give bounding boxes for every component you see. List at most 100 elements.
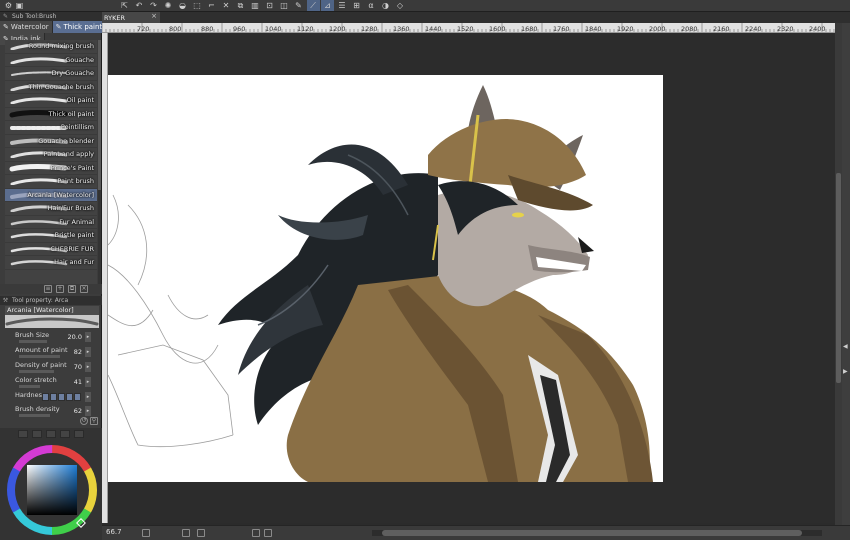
hardness-level[interactable] (58, 393, 65, 401)
tool-property-slider[interactable] (19, 370, 54, 373)
rotate-left-icon[interactable] (252, 529, 260, 537)
tool-property-row[interactable]: Color stretch 41 ▸ (5, 376, 91, 391)
hardness-level[interactable] (74, 393, 81, 401)
canvas-vertical-scroll-thumb[interactable] (836, 173, 841, 383)
transform-icon[interactable]: ⬚ (191, 0, 204, 11)
color-tab-set[interactable] (46, 430, 56, 438)
crop-icon[interactable]: ⊡ (263, 0, 276, 11)
tool-property-row[interactable]: Brush density 62 ▸ (5, 405, 91, 420)
expand-icon[interactable]: ▸ (85, 347, 91, 357)
main-toolbar: ⚙ ▣ ⇱ ↶ ↷ ✺ ◒ ⬚ ⌐ ✕ ⧉ ▥ ⊡ ◫ ✎ ⟋ ⊿ ☰ ⊞ α ◑ ◇ (0, 0, 850, 12)
alpha-icon[interactable]: α (365, 0, 378, 11)
tool-property-slider[interactable] (19, 355, 60, 358)
tool-property-slider[interactable] (19, 340, 47, 343)
tool-property-slider[interactable] (19, 385, 40, 388)
expand-icon[interactable]: ▸ (85, 362, 91, 372)
expand-icon[interactable]: ▸ (85, 332, 91, 342)
tool-property-row[interactable]: Amount of paint 82 ▸ (5, 346, 91, 361)
blend-icon[interactable]: ◑ (379, 0, 392, 11)
shape-icon[interactable]: ◇ (394, 0, 407, 11)
brush-item[interactable]: Thin Gouache brush (5, 81, 97, 94)
tool-property-value[interactable]: 62 (74, 407, 82, 415)
ruler-icon[interactable]: ⟋ (306, 0, 320, 11)
tool-property-value[interactable]: 20.0 (68, 333, 82, 341)
reset-icon[interactable]: ↺ (80, 417, 88, 425)
add-brush-icon[interactable]: + (56, 285, 64, 293)
expand-icon[interactable]: ▸ (85, 406, 91, 416)
document-tab[interactable]: RYKER × (102, 12, 160, 23)
color-wheel[interactable] (0, 440, 102, 540)
canvas-horizontal-scrollbar[interactable] (372, 530, 822, 536)
zoom-icon[interactable]: ⚲ (90, 417, 98, 425)
zoom-in-icon[interactable] (182, 529, 190, 537)
brush-item[interactable]: Gouache blender (5, 135, 97, 148)
paste-icon[interactable]: ▥ (249, 0, 262, 11)
loading-icon[interactable]: ✺ (162, 0, 175, 11)
brush-item[interactable]: Round mixing brush (5, 40, 97, 54)
grid-icon[interactable]: ⊞ (350, 0, 363, 11)
duplicate-icon[interactable]: ⧉ (68, 285, 76, 293)
canvas-horizontal-scroll-thumb[interactable] (382, 530, 802, 536)
tool-property-slider[interactable] (19, 414, 50, 417)
brush-item[interactable]: Paint brush (5, 175, 97, 189)
zoom-level[interactable]: 66.7 (106, 528, 122, 536)
canvas-vertical-scrollbar[interactable] (835, 23, 842, 525)
brush-item[interactable]: Bristle paint (5, 229, 97, 243)
snap-icon[interactable]: ⊿ (321, 0, 334, 11)
tab-thick-paint[interactable]: ✎ Thick paint (52, 21, 107, 33)
layer-icon[interactable]: ◫ (278, 0, 291, 11)
pointer-icon[interactable]: ⇱ (118, 0, 131, 11)
hardness-level[interactable] (42, 393, 49, 401)
expand-icon[interactable]: ▸ (85, 392, 91, 402)
menu-icon[interactable]: ≡ (44, 285, 52, 293)
zoom-out-icon[interactable] (142, 529, 150, 537)
color-tab-slider[interactable] (32, 430, 42, 438)
redo-icon[interactable]: ↷ (147, 0, 160, 11)
ruler-label: 720 (137, 25, 149, 33)
brush-item[interactable]: Hair and Fur (5, 256, 97, 270)
select-icon[interactable]: ⌐ (205, 0, 218, 11)
tool-property-row[interactable]: Density of paint 70 ▸ (5, 361, 91, 376)
panel-expand-icon[interactable]: ▶ (843, 368, 848, 375)
close-icon[interactable]: × (151, 12, 157, 20)
brush-item[interactable]: Pointillism (5, 121, 97, 135)
brush-item[interactable]: Prince's Paint (5, 162, 97, 175)
list-icon[interactable]: ☰ (336, 0, 349, 11)
brush-item[interactable]: Oil paint (5, 94, 97, 108)
brush-item[interactable]: Thick oil paint (5, 108, 97, 121)
brush-item[interactable]: Gouache (5, 54, 97, 67)
tool-property-value[interactable]: 82 (74, 348, 82, 356)
fill-icon[interactable]: ◒ (176, 0, 189, 11)
canvas-workspace[interactable] (108, 33, 835, 523)
brush-item[interactable]: Paint and apply (5, 148, 97, 162)
ruler-ticks: 720 800 880 960 1040 1120 1200 1280 1360 1440 1520… (102, 23, 835, 33)
brush-item[interactable]: Hair/Fur Brush (5, 202, 97, 216)
rotate-right-icon[interactable] (264, 529, 272, 537)
expand-icon[interactable]: ▸ (85, 377, 91, 387)
hardness-level[interactable] (50, 393, 57, 401)
color-tab-mixing[interactable] (74, 430, 84, 438)
color-tab-wheel[interactable] (18, 430, 28, 438)
panel-collapse-icon[interactable]: ◀ (843, 343, 848, 350)
brush-item[interactable]: Fur Animal (5, 216, 97, 229)
brush-item[interactable]: Dry Gouache (5, 67, 97, 81)
color-tab-history[interactable] (60, 430, 70, 438)
tab-watercolor[interactable]: ✎ Watercolor (0, 21, 53, 33)
brush-list-scroll-thumb[interactable] (98, 40, 101, 190)
undo-icon[interactable]: ↶ (133, 0, 146, 11)
brush-item[interactable]: Arcania [Watercolor] (5, 188, 97, 202)
drawing-canvas[interactable] (108, 75, 663, 482)
copy-icon[interactable]: ⧉ (234, 0, 247, 11)
canvas-icon[interactable]: ▣ (13, 0, 26, 11)
tool-property-row[interactable]: Brush Size 20.0 ▸ (5, 331, 91, 346)
hardness-selector[interactable] (42, 393, 81, 401)
tool-property-value[interactable]: 70 (74, 363, 82, 371)
pen-icon[interactable]: ✎ (292, 0, 305, 11)
hardness-level[interactable] (66, 393, 73, 401)
fit-icon[interactable] (197, 529, 205, 537)
clear-icon[interactable]: ✕ (220, 0, 233, 11)
tool-property-value[interactable]: 41 (74, 378, 82, 386)
delete-icon[interactable]: × (80, 285, 88, 293)
brush-list-scrollbar[interactable] (98, 40, 101, 284)
brush-item[interactable]: CHERRIE FUR (5, 243, 97, 256)
